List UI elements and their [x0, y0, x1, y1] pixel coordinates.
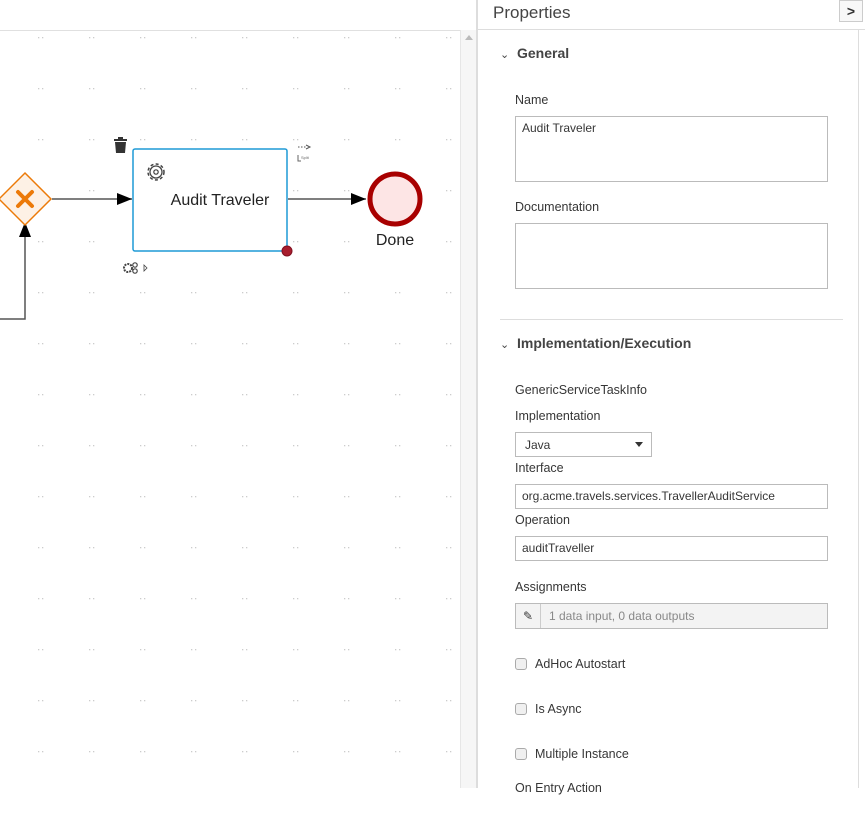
- properties-panel: Properties > ⌄ General Name Audit Travele…: [476, 0, 865, 795]
- chevron-down-icon: ⌄: [500, 49, 510, 61]
- is-async-checkbox[interactable]: Is Async: [515, 702, 582, 716]
- properties-title: Properties: [493, 3, 571, 22]
- trash-icon[interactable]: [114, 137, 127, 153]
- checkbox-icon[interactable]: [515, 703, 527, 715]
- checkbox-label: Multiple Instance: [535, 747, 629, 761]
- section-title: Implementation/Execution: [517, 335, 692, 351]
- name-field[interactable]: Audit Traveler: [515, 116, 828, 182]
- name-label: Name: [515, 93, 549, 107]
- assignments-value: 1 data input, 0 data outputs: [549, 609, 695, 623]
- section-title: General: [517, 45, 570, 61]
- assignments-label: Assignments: [515, 580, 587, 594]
- resize-handle[interactable]: [281, 245, 293, 257]
- interface-label: Interface: [515, 461, 564, 475]
- bpmn-diagram: Audit Traveler Done Split: [0, 31, 460, 789]
- checkbox-icon[interactable]: [515, 658, 527, 670]
- documentation-label: Documentation: [515, 200, 600, 214]
- checkbox-label: AdHoc Autostart: [535, 657, 626, 671]
- end-event-label: Done: [376, 232, 414, 249]
- svg-text:Split: Split: [301, 155, 310, 160]
- caret-down-icon: [635, 442, 643, 447]
- properties-header: Properties >: [478, 0, 865, 30]
- task-name: Audit Traveler: [171, 192, 270, 209]
- service-task-info-label: GenericServiceTaskInfo: [515, 383, 648, 397]
- multiple-instance-checkbox[interactable]: Multiple Instance: [515, 747, 629, 761]
- diagram-canvas[interactable]: Audit Traveler Done Split: [0, 30, 460, 818]
- on-entry-action-label: On Entry Action: [515, 781, 602, 795]
- section-general[interactable]: ⌄ General: [500, 45, 569, 61]
- assignments-field[interactable]: ✎ 1 data input, 0 data outputs: [515, 603, 828, 629]
- documentation-field[interactable]: [515, 223, 828, 289]
- interface-field[interactable]: org.acme.travels.services.TravellerAudit…: [515, 484, 828, 509]
- adhoc-autostart-checkbox[interactable]: AdHoc Autostart: [515, 657, 625, 671]
- collapse-panel-button[interactable]: >: [839, 0, 863, 22]
- checkbox-icon[interactable]: [515, 748, 527, 760]
- implementation-value: Java: [525, 438, 551, 452]
- canvas-scrollbar[interactable]: [460, 30, 476, 788]
- implementation-select[interactable]: Java: [515, 432, 652, 457]
- checkbox-label: Is Async: [535, 702, 582, 716]
- operation-field[interactable]: auditTraveller: [515, 536, 828, 561]
- service-task[interactable]: Audit Traveler: [132, 148, 293, 257]
- panel-scrollbar[interactable]: [858, 30, 865, 788]
- operation-label: Operation: [515, 513, 570, 527]
- divider: [500, 319, 843, 320]
- implementation-label: Implementation: [515, 409, 601, 423]
- edit-icon[interactable]: ✎: [516, 604, 541, 628]
- chevron-down-icon: ⌄: [500, 339, 510, 351]
- end-event[interactable]: Done: [367, 171, 423, 249]
- section-implementation[interactable]: ⌄ Implementation/Execution: [500, 335, 691, 351]
- scroll-up-icon[interactable]: [465, 35, 473, 40]
